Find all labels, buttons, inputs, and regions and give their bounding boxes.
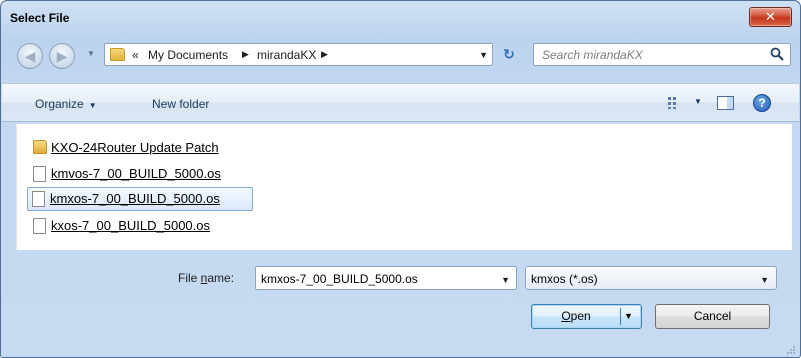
help-icon[interactable]: ? bbox=[753, 94, 771, 112]
title-bar: Select File ✕ bbox=[1, 1, 800, 34]
file-name-label-text: File bbox=[178, 271, 201, 285]
search-icon[interactable] bbox=[769, 46, 785, 62]
file-name[interactable]: kxos-7_00_BUILD_5000.os bbox=[51, 218, 210, 233]
file-controls: File name: kmxos-7_00_BUILD_5000.os ▼ km… bbox=[1, 251, 800, 357]
list-item[interactable]: KXO-24Router Update Patch bbox=[29, 137, 253, 159]
file-type-value: kmxos (*.os) bbox=[531, 272, 598, 286]
chevron-down-icon[interactable]: ▼ bbox=[760, 275, 769, 285]
close-button[interactable]: ✕ bbox=[749, 7, 792, 27]
back-button[interactable]: ◀ bbox=[17, 43, 43, 69]
document-icon bbox=[32, 191, 45, 207]
views-dropdown-icon[interactable]: ▼ bbox=[694, 97, 702, 106]
breadcrumb-overflow[interactable]: « bbox=[132, 48, 139, 62]
breadcrumb-mirandakx[interactable]: mirandaKX bbox=[257, 48, 316, 62]
file-name-label: File name: bbox=[178, 271, 234, 285]
search-placeholder: Search mirandaKX bbox=[542, 48, 643, 62]
file-type-filter[interactable]: kmxos (*.os) ▼ bbox=[525, 266, 777, 290]
open-label[interactable]: Open bbox=[532, 305, 620, 328]
cancel-button[interactable]: Cancel bbox=[655, 304, 770, 329]
file-name[interactable]: kmxos-7_00_BUILD_5000.os bbox=[50, 191, 220, 206]
open-dropdown-icon[interactable]: ▼ bbox=[624, 305, 633, 328]
navigation-bar: ◀ ▶ ▼ « My Documents ▶ mirandaKX ▶ ▼ ↻ S… bbox=[1, 38, 800, 74]
list-item[interactable]: kmvos-7_00_BUILD_5000.os bbox=[29, 163, 229, 185]
select-file-dialog: Select File ✕ ◀ ▶ ▼ « My Documents ▶ mir… bbox=[0, 0, 801, 358]
recent-locations-dropdown[interactable]: ▼ bbox=[87, 49, 95, 58]
organize-menu[interactable]: Organize ▼ bbox=[35, 97, 97, 111]
organize-label: Organize bbox=[35, 97, 84, 111]
address-dropdown-icon[interactable]: ▼ bbox=[479, 50, 488, 60]
folder-icon bbox=[110, 48, 125, 61]
nav-buttons: ◀ ▶ bbox=[13, 43, 93, 69]
breadcrumb-separator-icon[interactable]: ▶ bbox=[242, 49, 249, 60]
command-toolbar: Organize ▼ New folder ▼ ? bbox=[2, 83, 799, 122]
chevron-down-icon[interactable]: ▼ bbox=[501, 275, 510, 285]
search-box[interactable]: Search mirandaKX bbox=[533, 43, 791, 66]
open-label-text: pen bbox=[570, 309, 591, 323]
document-icon bbox=[33, 218, 46, 234]
new-folder-button[interactable]: New folder bbox=[152, 97, 209, 111]
refresh-icon: ↻ bbox=[503, 46, 515, 62]
folder-icon bbox=[33, 140, 47, 154]
forward-arrow-icon: ▶ bbox=[56, 48, 68, 64]
window-title: Select File bbox=[10, 11, 70, 25]
split-divider bbox=[620, 308, 621, 325]
list-item-selected[interactable]: kmxos-7_00_BUILD_5000.os bbox=[27, 187, 253, 211]
breadcrumb-separator-icon[interactable]: ▶ bbox=[321, 49, 328, 60]
document-icon bbox=[33, 166, 46, 182]
views-icon[interactable] bbox=[667, 96, 683, 110]
list-item[interactable]: kxos-7_00_BUILD_5000.os bbox=[29, 215, 229, 237]
file-name-label-text: ame: bbox=[207, 271, 235, 285]
preview-pane-icon[interactable] bbox=[717, 96, 734, 110]
chevron-down-icon: ▼ bbox=[88, 101, 97, 110]
file-name-value[interactable]: kmxos-7_00_BUILD_5000.os bbox=[261, 272, 418, 286]
forward-button[interactable]: ▶ bbox=[49, 43, 75, 69]
back-arrow-icon: ◀ bbox=[24, 48, 36, 64]
file-name[interactable]: KXO-24Router Update Patch bbox=[51, 140, 219, 155]
open-button[interactable]: Open ▼ bbox=[531, 304, 642, 329]
resize-grip-icon[interactable] bbox=[786, 345, 796, 355]
open-accelerator: O bbox=[561, 309, 571, 323]
breadcrumb-my-documents[interactable]: My Documents bbox=[148, 48, 228, 62]
file-list[interactable]: KXO-24Router Update Patch kmvos-7_00_BUI… bbox=[16, 124, 792, 250]
file-name[interactable]: kmvos-7_00_BUILD_5000.os bbox=[51, 166, 221, 181]
refresh-button[interactable]: ↻ bbox=[496, 43, 522, 66]
file-name-combobox[interactable]: kmxos-7_00_BUILD_5000.os ▼ bbox=[255, 266, 517, 290]
address-bar[interactable]: « My Documents ▶ mirandaKX ▶ ▼ bbox=[104, 43, 493, 66]
